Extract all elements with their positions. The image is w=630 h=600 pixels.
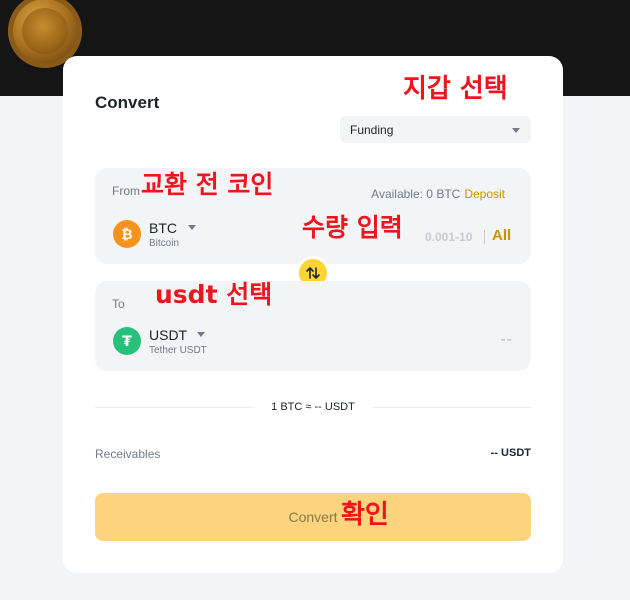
- wallet-select-value: Funding: [350, 123, 394, 137]
- annotation-wallet: 지갑 선택: [403, 74, 508, 104]
- to-amount-value: --: [500, 331, 513, 348]
- convert-button-label: Convert: [288, 509, 338, 525]
- deposit-link[interactable]: Deposit: [464, 187, 505, 201]
- annotation-to-coin: usdt 선택: [155, 280, 273, 309]
- from-amount-input[interactable]: 0.001-10: [425, 230, 472, 244]
- annotation-from-coin: 교환 전 코인: [141, 170, 274, 199]
- convert-button[interactable]: Convert: [95, 493, 531, 541]
- annotation-amount: 수량 입력: [302, 213, 403, 242]
- swap-arrows-icon: [306, 267, 320, 279]
- svg-text:₿: ₿: [121, 227, 132, 243]
- bitcoin-icon: ₿: [113, 220, 141, 248]
- receivables-label: Receivables: [95, 447, 161, 461]
- wallet-select[interactable]: Funding: [340, 116, 531, 143]
- chevron-down-icon: [512, 128, 520, 133]
- from-coin-name: Bitcoin: [149, 238, 180, 249]
- chevron-down-icon: [188, 225, 196, 230]
- svg-text:₮: ₮: [122, 334, 132, 350]
- to-coin-symbol: USDT: [149, 327, 188, 343]
- available-balance: Available: 0 BTC Deposit: [371, 187, 505, 201]
- divider: [373, 407, 531, 408]
- from-label: From: [112, 184, 140, 198]
- to-coin-name: Tether USDT: [149, 345, 207, 356]
- tether-icon: ₮: [113, 327, 141, 355]
- chevron-down-icon: [197, 332, 205, 337]
- from-coin-symbol: BTC: [149, 220, 177, 236]
- to-label: To: [112, 297, 125, 311]
- available-text: Available: 0 BTC: [371, 187, 461, 201]
- annotation-confirm: 확인: [341, 500, 389, 530]
- convert-card: Convert 지갑 선택 Funding From Available: 0 …: [63, 56, 563, 573]
- receivables-value: -- USDT: [490, 447, 531, 459]
- page-title: Convert: [95, 93, 160, 112]
- divider: [484, 230, 485, 244]
- all-button[interactable]: All: [492, 227, 511, 244]
